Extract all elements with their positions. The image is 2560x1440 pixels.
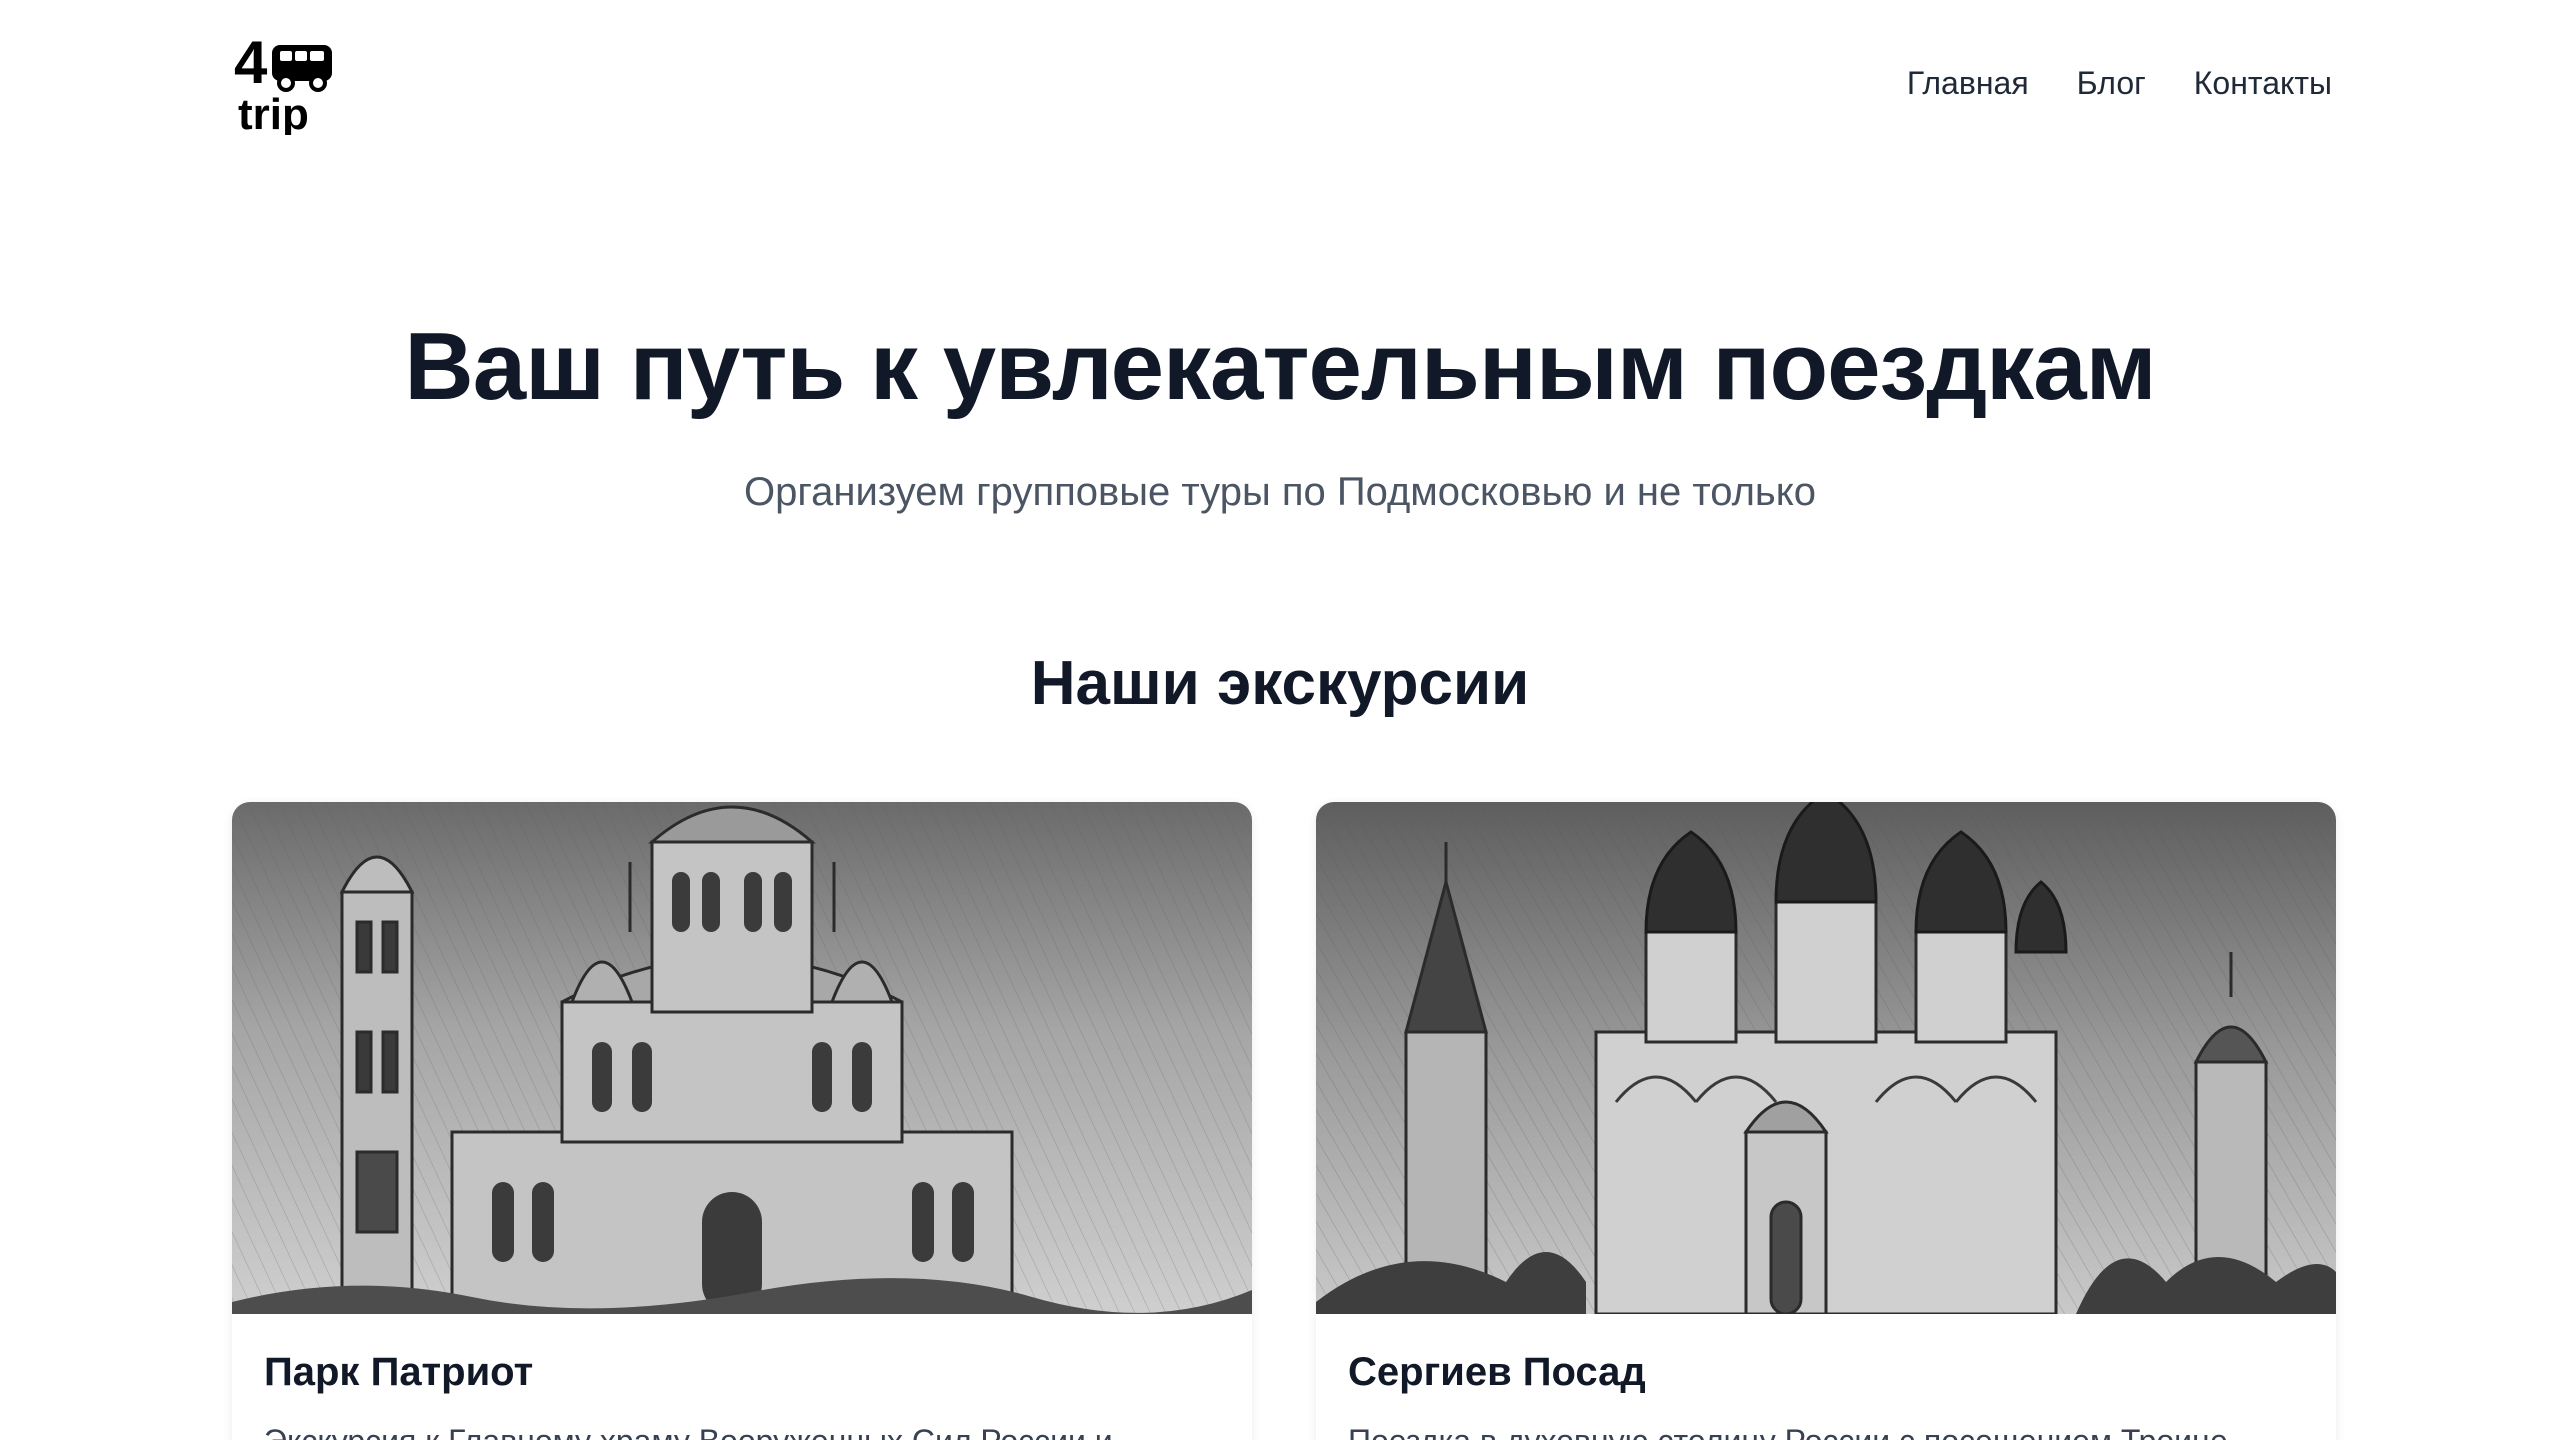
card-body: Сергиев Посад Поездка в духовную столицу… [1316,1314,2336,1440]
logo-number: 4 [234,31,268,96]
excursion-card[interactable]: Парк Патриот Экскурсия к Главному храму … [232,802,1252,1440]
card-title: Парк Патриот [264,1350,534,1394]
hero-subtitle: Организуем групповые туры по Подмосковью… [744,470,1816,514]
excursion-cards: Парк Патриот Экскурсия к Главному храму … [232,802,2336,1440]
excursions-section-title: Наши экскурсии [1030,649,1530,718]
nav-link-home[interactable]: Главная [1907,65,2029,102]
excursion-card[interactable]: Сергиев Посад Поездка в духовную столицу… [1316,802,2336,1440]
hero-title: Ваш путь к увлекательным поездкам [404,313,2156,420]
nav-link-contacts[interactable]: Контакты [2194,65,2332,102]
card-title: Сергиев Посад [1348,1350,1646,1394]
site-header: 4 trip Главная Блог Контакты [232,28,2332,138]
card-description: Экскурсия к Главному храму Вооруженных С… [264,1417,1220,1440]
card-body: Парк Патриот Экскурсия к Главному храму … [232,1314,1252,1440]
logo[interactable]: 4 trip [232,31,336,135]
logo-text: trip [238,90,309,135]
page: 4 trip Главная Блог Контакты Ваш путь к … [0,0,2560,1440]
monastery-sketch-image [1316,802,2336,1314]
cathedral-sketch-image [232,802,1252,1314]
main-nav: Главная Блог Контакты [1907,65,2332,102]
card-description: Поездка в духовную столицу России с посе… [1348,1417,2304,1440]
nav-link-blog[interactable]: Блог [2077,65,2146,102]
bus-icon [272,45,332,92]
